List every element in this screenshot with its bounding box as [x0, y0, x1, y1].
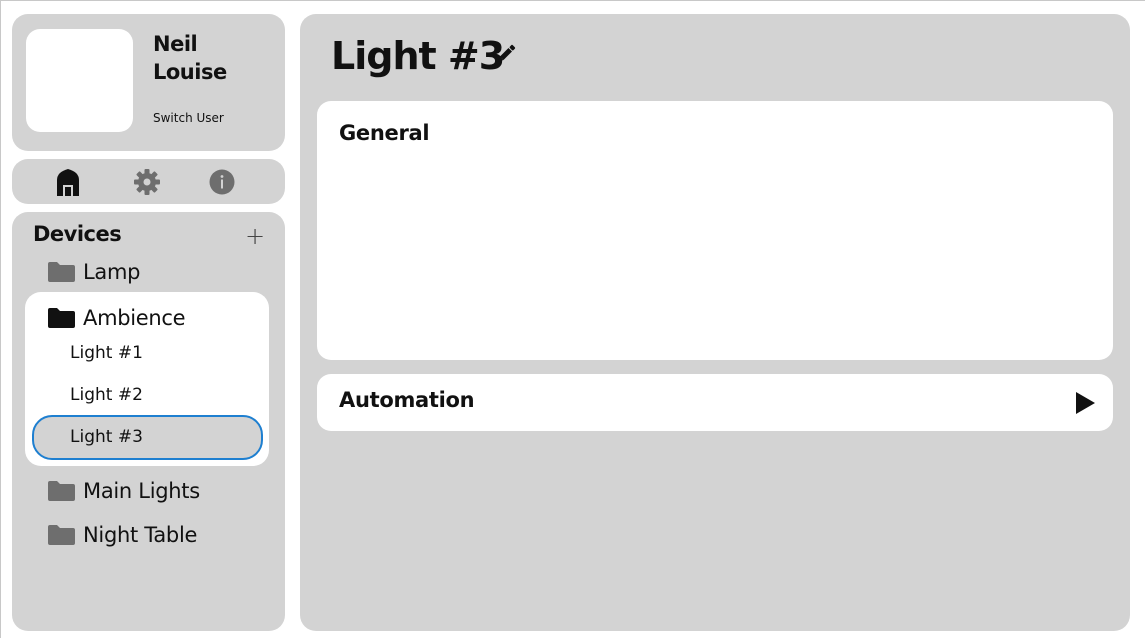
selected-device-highlight[interactable] — [32, 415, 263, 460]
folder-icon — [48, 525, 75, 545]
folder-label: Main Lights — [83, 479, 200, 503]
section-title: General — [339, 121, 430, 145]
device-item[interactable]: Light #1 — [70, 343, 143, 363]
main-panel: Light #3 General Automation — [300, 14, 1130, 631]
folder-night-table[interactable]: Night Table — [48, 520, 197, 550]
edit-title-button[interactable] — [493, 41, 519, 67]
devices-title: Devices — [33, 222, 122, 246]
expand-arrow-icon[interactable] — [1076, 392, 1095, 414]
user-card: Neil Louise Switch User — [12, 14, 285, 151]
pencil-icon — [498, 44, 516, 62]
info-button[interactable] — [207, 167, 237, 197]
user-first-name: Neil — [153, 32, 198, 56]
avatar[interactable] — [26, 29, 133, 132]
section-title: Automation — [339, 388, 475, 412]
folder-icon — [48, 481, 75, 501]
section-general: General — [317, 101, 1113, 360]
folder-lamp[interactable]: Lamp — [48, 257, 140, 287]
home-icon — [57, 169, 79, 196]
folder-open-icon — [48, 308, 75, 328]
folder-label: Lamp — [83, 260, 141, 284]
home-button[interactable] — [53, 167, 83, 197]
switch-user-link[interactable]: Switch User — [153, 111, 224, 125]
folder-label: Night Table — [83, 523, 198, 547]
gear-icon — [134, 169, 160, 195]
add-device-button[interactable]: + — [245, 222, 265, 250]
settings-button[interactable] — [132, 167, 162, 197]
folder-label: Ambience — [83, 306, 186, 330]
info-icon — [209, 169, 235, 195]
user-last-name: Louise — [153, 60, 227, 84]
devices-panel: Devices + Lamp Ambience Light #1 Light #… — [12, 212, 285, 631]
app-window: Neil Louise Switch User Devices + Lamp A… — [0, 0, 1145, 638]
section-automation[interactable]: Automation — [317, 374, 1113, 431]
page-title: Light #3 — [331, 34, 505, 78]
device-item-selected[interactable]: Light #3 — [70, 427, 143, 447]
folder-ambience[interactable]: Ambience — [48, 303, 186, 333]
device-item[interactable]: Light #2 — [70, 385, 143, 405]
folder-main-lights[interactable]: Main Lights — [48, 476, 200, 506]
user-name: Neil Louise — [153, 30, 227, 86]
nav-bar — [12, 159, 285, 204]
folder-icon — [48, 262, 75, 282]
